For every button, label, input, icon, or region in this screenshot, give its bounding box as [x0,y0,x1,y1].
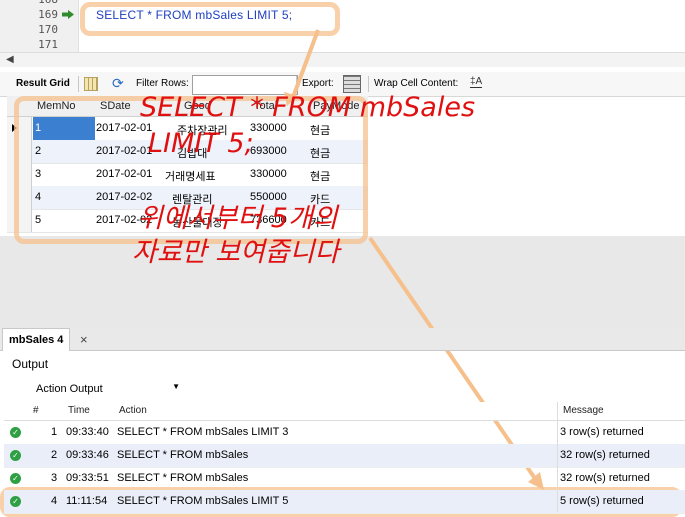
column-header-time: Time [68,405,90,416]
line-number: 168 [30,0,58,6]
success-check-icon: ✓ [10,427,21,438]
output-action: SELECT * FROM mbSales [117,449,249,461]
toolbar-separator [296,76,297,92]
column-divider[interactable] [557,402,558,512]
export-icon[interactable] [343,75,361,93]
toolbar-separator [368,76,369,92]
output-row[interactable]: ✓ 3 09:33:51 SELECT * FROM mbSales 32 ro… [4,467,685,491]
output-panel-title: Output [12,357,49,371]
wrap-cell-icon[interactable]: ‡A [470,76,483,88]
refresh-icon[interactable]: ⟳ [112,75,124,92]
output-time: 09:33:46 [66,449,109,461]
result-tab-bar: mbSales 4 × [0,328,685,351]
success-check-icon: ✓ [10,473,21,484]
output-header: # Time Action Message [4,402,685,421]
output-time: 09:33:40 [66,426,109,438]
scroll-left-arrow-icon[interactable]: ◀ [6,54,14,65]
line-number: 170 [38,23,58,36]
output-row[interactable]: ✓ 4 11:11:54 SELECT * FROM mbSales LIMIT… [4,490,685,514]
annotation-text-explain-2: 자료만 보여줍니다 [132,237,340,268]
output-row[interactable]: ✓ 2 09:33:46 SELECT * FROM mbSales 32 ro… [4,444,685,468]
close-icon[interactable]: × [80,332,88,347]
output-num: 1 [51,426,58,438]
annotation-text-limit: LIMIT 5; [148,128,254,159]
output-mode-select[interactable]: Action Output ▼ [30,380,180,398]
annotation-text-query: SELECT * FROM mbSales [140,92,476,123]
current-line-arrow-icon [62,10,74,19]
output-num: 2 [51,449,58,461]
tab-mbsales-4[interactable]: mbSales 4 [2,328,71,351]
success-check-icon: ✓ [10,496,21,507]
line-number-gutter: 168 169 170 171 [0,0,79,52]
line-number: 169 [38,8,58,21]
output-action: SELECT * FROM mbSales LIMIT 5 [117,495,289,507]
column-header-action: Action [119,405,147,416]
toolbar-separator [78,76,79,92]
output-action: SELECT * FROM mbSales [117,472,249,484]
column-header-num: # [33,405,39,416]
line-number: 171 [38,38,58,51]
output-message: 32 row(s) returned [560,472,650,484]
highlight-code-box [80,2,340,36]
output-num: 4 [51,495,58,507]
export-label: Export: [302,78,334,89]
column-header-message: Message [563,405,604,416]
output-time: 11:11:54 [66,495,108,507]
output-row[interactable]: ✓ 1 09:33:40 SELECT * FROM mbSales LIMIT… [4,421,685,445]
result-grid-button[interactable]: Result Grid [16,78,70,89]
chevron-down-icon[interactable]: ▼ [172,382,180,391]
tab-label: mbSales 4 [9,334,64,346]
output-time: 09:33:51 [66,472,109,484]
output-message: 5 row(s) returned [560,495,644,507]
output-message: 32 row(s) returned [560,449,650,461]
output-mode-value: Action Output [36,383,103,395]
wrap-cell-content-label: Wrap Cell Content: [374,78,459,89]
output-num: 3 [51,472,58,484]
empty-result-area [0,236,685,328]
output-message: 3 row(s) returned [560,426,644,438]
output-action: SELECT * FROM mbSales LIMIT 3 [117,426,289,438]
success-check-icon: ✓ [10,450,21,461]
grid-view-icon[interactable] [84,77,98,91]
editor-horizontal-scrollbar[interactable]: ◀ [0,52,685,67]
filter-rows-label: Filter Rows: [136,78,189,89]
